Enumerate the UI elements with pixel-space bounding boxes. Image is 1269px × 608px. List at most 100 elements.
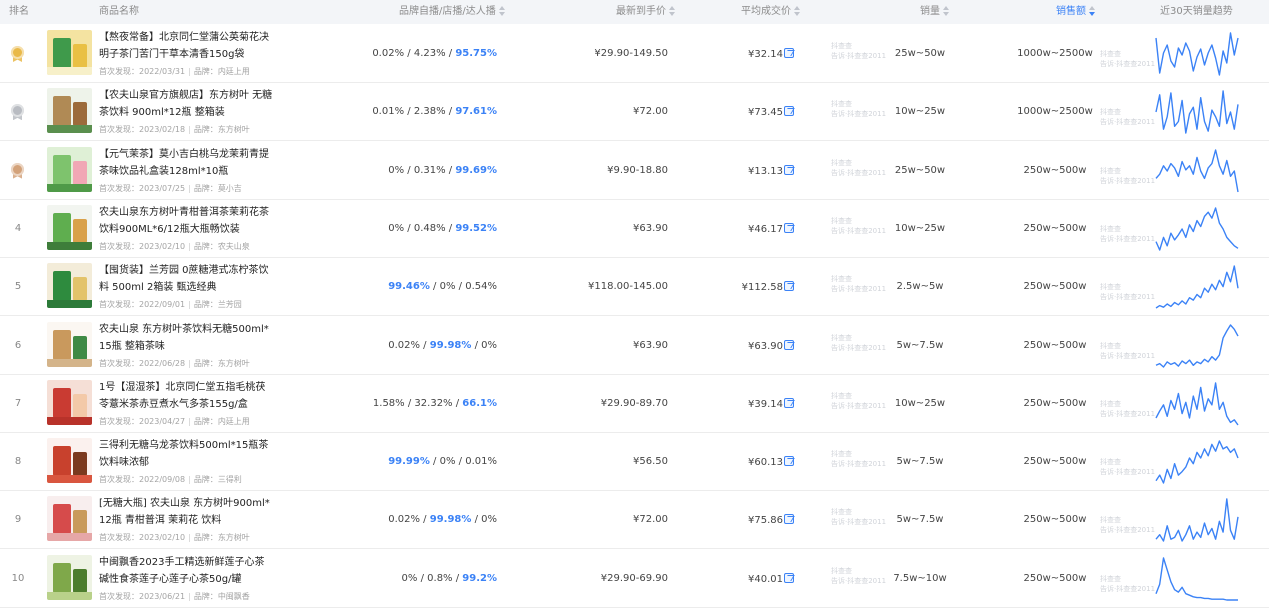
- watermark-line: 抖查查: [831, 508, 852, 517]
- sparkline-path: [1155, 382, 1239, 426]
- sales-amount: 1000w~2500w: [1017, 106, 1093, 118]
- table-row[interactable]: 10 中闽飘香2023手工精选新鲜莲子心茶碱性食茶莲子心莲子心茶50g/罐 首次发现…: [0, 549, 1269, 608]
- sales-trend-sparkline[interactable]: [1155, 264, 1240, 310]
- table-row[interactable]: 8 三得利无糖乌龙茶饮料500ml*15瓶茶饮料味浓郁 首次发现：2022/09/0…: [0, 433, 1269, 492]
- price-trend-icon[interactable]: [784, 281, 794, 292]
- price-trend-icon[interactable]: [784, 106, 794, 117]
- brand-name[interactable]: 内廷上用: [218, 417, 250, 426]
- product-image[interactable]: [47, 88, 92, 134]
- avg-price: ¥32.14: [748, 48, 794, 60]
- latest-price: ¥56.50: [633, 456, 668, 468]
- sales-trend-sparkline[interactable]: [1155, 556, 1240, 602]
- table-row[interactable]: 6 农夫山泉 东方树叶茶饮料无糖500ml*15瓶 整箱茶味 首次发现：2022/0…: [0, 316, 1269, 375]
- price-trend-icon[interactable]: [784, 339, 794, 350]
- watermark-line: 抖查查: [1100, 458, 1121, 467]
- brand-name[interactable]: 东方树叶: [218, 125, 250, 134]
- header-gmv[interactable]: 销售额: [1056, 0, 1096, 24]
- table-row[interactable]: 【元气茉茶】莫小吉白桃乌龙茉莉青提茶味饮品礼盒装128ml*10瓶 首次发现：20…: [0, 141, 1269, 200]
- product-image[interactable]: [47, 30, 92, 75]
- price-trend-icon[interactable]: [784, 572, 794, 583]
- brand-name[interactable]: 东方树叶: [218, 533, 250, 542]
- sales-trend-sparkline[interactable]: [1155, 206, 1240, 252]
- price-trend-icon[interactable]: [784, 222, 794, 233]
- sales-trend-sparkline[interactable]: [1155, 381, 1240, 427]
- sales-trend-sparkline[interactable]: [1155, 497, 1240, 543]
- product-image[interactable]: [47, 146, 92, 192]
- sort-icon[interactable]: [942, 6, 950, 16]
- watermark: 抖查查 告诉·抖查查2011: [831, 391, 886, 411]
- price-trend-icon[interactable]: [784, 514, 794, 525]
- table-row[interactable]: 9 [无糖大瓶] 农夫山泉 东方树叶900ml*12瓶 青柑普洱 茉莉花 饮料 首次…: [0, 491, 1269, 550]
- brand-name[interactable]: 三得利: [218, 475, 242, 484]
- sort-icon[interactable]: [498, 6, 506, 16]
- product-image[interactable]: [47, 263, 92, 309]
- product-name-link[interactable]: 【囤货装】兰芳园 0蔗糖港式冻柠茶饮料 500ml 2箱装 甄选经典: [99, 262, 274, 296]
- price-trend-icon[interactable]: [784, 164, 794, 175]
- product-name-link[interactable]: 【元气茉茶】莫小吉白桃乌龙茉莉青提茶味饮品礼盒装128ml*10瓶: [99, 146, 274, 180]
- brand-label: 品牌：: [193, 591, 218, 601]
- product-image[interactable]: [47, 204, 92, 250]
- header-ratio[interactable]: 品牌自播/店播/达人播: [399, 0, 506, 24]
- product-image[interactable]: [47, 554, 92, 600]
- sales-trend-sparkline[interactable]: [1155, 439, 1240, 485]
- watermark-line: 告诉·抖查查2011: [1100, 584, 1156, 593]
- product-name-link[interactable]: 1号【湿湿茶】北京同仁堂五指毛桃茯苓薏米茶赤豆煮水气多茶155g/盒: [99, 379, 274, 413]
- ratio-a: 0.02%: [372, 48, 405, 59]
- latest-price: ¥72.00: [633, 514, 668, 526]
- watermark-line: 抖查查: [831, 333, 852, 342]
- product-name-link[interactable]: 中闽飘香2023手工精选新鲜莲子心茶碱性食茶莲子心莲子心茶50g/罐: [99, 554, 274, 588]
- sort-desc-icon[interactable]: [1088, 6, 1096, 16]
- header-price[interactable]: 最新到手价: [616, 0, 676, 24]
- ratio-b: 4.23%: [413, 48, 446, 59]
- header-avg-price[interactable]: 平均成交价: [741, 0, 801, 24]
- product-name-link[interactable]: 农夫山泉东方树叶青柑普洱茶茉莉花茶饮料900ML*6/12瓶大瓶畅饮装: [99, 204, 274, 238]
- product-name-link[interactable]: 三得利无糖乌龙茶饮料500ml*15瓶茶饮料味浓郁: [99, 437, 274, 471]
- product-name-link[interactable]: [无糖大瓶] 农夫山泉 东方树叶900ml*12瓶 青柑普洱 茉莉花 饮料: [99, 495, 274, 529]
- product-name-link[interactable]: 农夫山泉 东方树叶茶饮料无糖500ml*15瓶 整箱茶味: [99, 321, 274, 355]
- header-ratio-label: 品牌自播/店播/达人播: [399, 6, 496, 17]
- product-meta: 首次发现：2022/09/01 | 品牌：兰芳园: [99, 299, 242, 310]
- product-image[interactable]: [47, 379, 92, 425]
- price-trend-icon[interactable]: [784, 48, 794, 58]
- watermark: 抖查查 告诉·抖查查2011: [831, 333, 886, 353]
- avg-price-value: ¥40.01: [748, 573, 783, 585]
- sales-volume: 10w~25w: [894, 397, 946, 409]
- table-row[interactable]: 5 【囤货装】兰芳园 0蔗糖港式冻柠茶饮料 500ml 2箱装 甄选经典 首次发现：…: [0, 258, 1269, 317]
- first-seen-date: 2023/04/27: [139, 416, 186, 426]
- sales-trend-sparkline[interactable]: [1155, 89, 1240, 135]
- brand-name[interactable]: 莫小吉: [218, 184, 242, 193]
- first-seen-label: 首次发现：: [99, 533, 139, 543]
- table-row[interactable]: 【熬夜常备】北京同仁堂蒲公英菊花决明子茶门苦门干草本清香150g袋 首次发现：20…: [0, 25, 1269, 83]
- brand-name[interactable]: 农夫山泉: [218, 242, 250, 251]
- watermark-line: 抖查查: [1100, 516, 1121, 525]
- ratio-c: 0.01%: [465, 456, 497, 468]
- table-row[interactable]: 【农夫山泉官方旗舰店】东方树叶 无糖 茶饮料 900ml*12瓶 整箱装 首次发现…: [0, 83, 1269, 142]
- brand-name[interactable]: 东方树叶: [218, 359, 250, 368]
- price-trend-icon[interactable]: [784, 397, 794, 408]
- brand-name[interactable]: 兰芳园: [218, 300, 242, 309]
- header-rank: 排名: [9, 6, 29, 17]
- sales-trend-sparkline[interactable]: [1155, 148, 1240, 194]
- avg-price: ¥40.01: [748, 572, 794, 585]
- product-name-link[interactable]: 【农夫山泉官方旗舰店】东方树叶 无糖 茶饮料 900ml*12瓶 整箱装: [99, 87, 274, 121]
- ratio-b: 0.48%: [413, 222, 446, 234]
- avg-price-value: ¥112.58: [741, 282, 783, 294]
- watermark-line: 抖查查: [831, 391, 852, 400]
- product-image[interactable]: [47, 321, 92, 367]
- sales-trend-sparkline[interactable]: [1155, 31, 1240, 77]
- sort-icon[interactable]: [793, 6, 801, 16]
- first-seen-date: 2022/06/28: [139, 358, 186, 368]
- table-row[interactable]: 4 农夫山泉东方树叶青柑普洱茶茉莉花茶饮料900ML*6/12瓶大瓶畅饮装 首次发现…: [0, 199, 1269, 258]
- brand-name[interactable]: 内廷上用: [218, 67, 250, 76]
- product-image[interactable]: [47, 496, 92, 542]
- ratio-a: 0%: [388, 164, 405, 176]
- product-name-link[interactable]: 【熬夜常备】北京同仁堂蒲公英菊花决明子茶门苦门干草本清香150g袋: [99, 29, 274, 63]
- brand-name[interactable]: 中闽飘香: [218, 592, 250, 601]
- price-trend-icon[interactable]: [784, 456, 794, 467]
- table-row[interactable]: 7 1号【湿湿茶】北京同仁堂五指毛桃茯苓薏米茶赤豆煮水气多茶155g/盒 首次发现：…: [0, 374, 1269, 433]
- product-image[interactable]: [47, 438, 92, 484]
- sales-volume: 2.5w~5w: [896, 281, 944, 293]
- sort-icon[interactable]: [668, 6, 676, 16]
- sales-trend-sparkline[interactable]: [1155, 323, 1240, 369]
- header-volume[interactable]: 销量: [920, 0, 950, 24]
